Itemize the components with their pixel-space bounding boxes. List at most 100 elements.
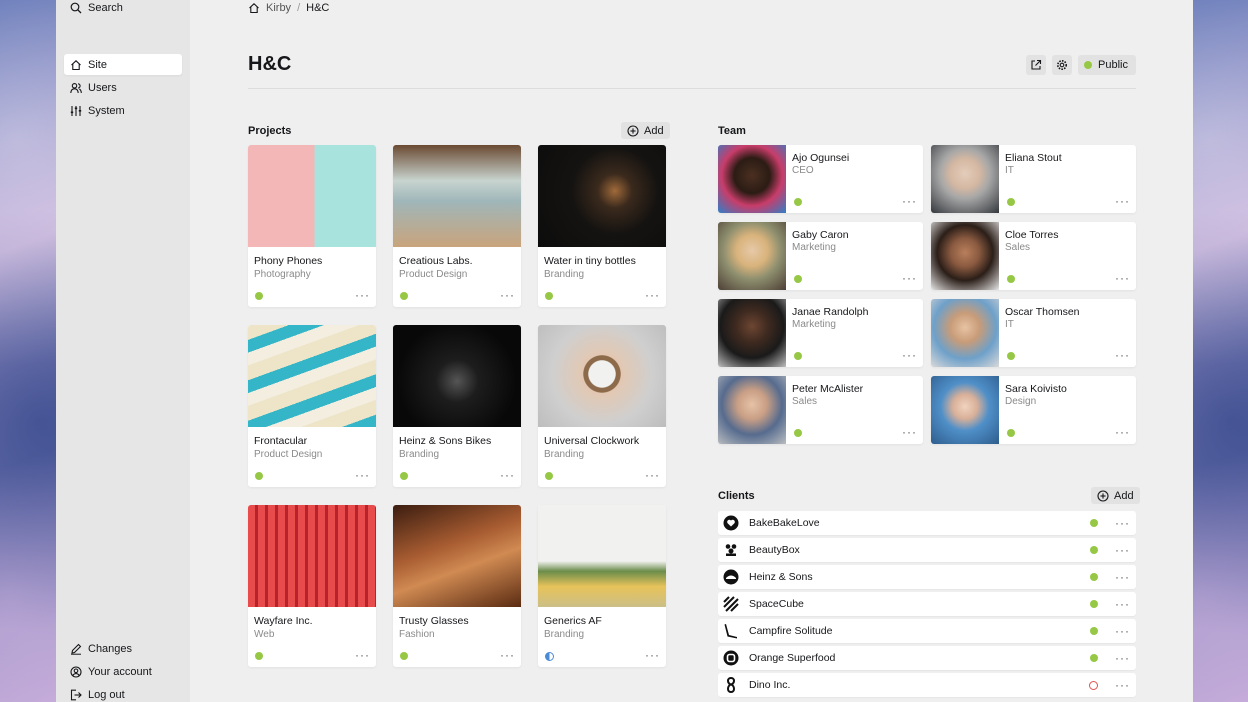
status-dot[interactable] <box>1007 275 1015 283</box>
external-link-icon <box>1030 59 1042 71</box>
project-card[interactable]: Frontacular Product Design ··· <box>248 325 376 487</box>
client-name: Orange Superfood <box>749 652 836 664</box>
more-options-icon[interactable]: ··· <box>902 194 917 208</box>
status-dot[interactable] <box>1007 198 1015 206</box>
client-name: BeautyBox <box>749 544 800 556</box>
project-thumbnail <box>538 325 666 427</box>
more-options-icon[interactable]: ··· <box>1115 543 1130 557</box>
team-member-card[interactable]: Peter McAlister Sales ··· <box>718 376 923 444</box>
more-options-icon[interactable]: ··· <box>1115 651 1130 665</box>
log-out-button[interactable]: Log out <box>64 684 182 702</box>
breadcrumb-current[interactable]: H&C <box>306 2 329 14</box>
project-card[interactable]: Phony Phones Photography ··· <box>248 145 376 307</box>
client-row[interactable]: BeautyBox ··· <box>718 538 1136 562</box>
status-dot[interactable] <box>1090 600 1098 608</box>
team-member-card[interactable]: Cloe Torres Sales ··· <box>931 222 1136 290</box>
status-dot[interactable] <box>1089 680 1098 690</box>
open-link-button[interactable] <box>1026 55 1047 75</box>
team-member-card[interactable]: Gaby Caron Marketing ··· <box>718 222 923 290</box>
status-dot[interactable] <box>794 352 802 360</box>
more-options-icon[interactable]: ··· <box>1115 516 1130 530</box>
status-dot[interactable] <box>545 652 554 661</box>
more-options-icon[interactable]: ··· <box>1115 425 1130 439</box>
status-dot[interactable] <box>1090 573 1098 581</box>
team-member-card[interactable]: Ajo Ogunsei CEO ··· <box>718 145 923 213</box>
settings-button[interactable] <box>1052 55 1073 75</box>
more-options-icon[interactable]: ··· <box>1115 271 1130 285</box>
sidebar-item-system[interactable]: System <box>64 100 182 121</box>
add-project-label: Add <box>644 124 664 137</box>
project-card[interactable]: Heinz & Sons Bikes Branding ··· <box>393 325 521 487</box>
project-card[interactable]: Trusty Glasses Fashion ··· <box>393 505 521 667</box>
add-project-button[interactable]: Add <box>621 122 670 139</box>
home-icon[interactable] <box>248 2 260 14</box>
more-options-icon[interactable]: ··· <box>1115 678 1130 692</box>
project-card[interactable]: Generics AF Branding ··· <box>538 505 666 667</box>
more-options-icon[interactable]: ··· <box>1115 624 1130 638</box>
sidebar-item-site[interactable]: Site <box>64 54 182 75</box>
status-dot[interactable] <box>1090 654 1098 662</box>
client-row[interactable]: Campfire Solitude ··· <box>718 619 1136 643</box>
team-member-card[interactable]: Sara Koivisto Design ··· <box>931 376 1136 444</box>
status-dot[interactable] <box>1090 519 1098 527</box>
client-row[interactable]: Heinz & Sons ··· <box>718 565 1136 589</box>
your-account-button[interactable]: Your account <box>64 661 182 682</box>
changes-button[interactable]: Changes <box>64 638 182 659</box>
more-options-icon[interactable]: ··· <box>500 648 515 662</box>
status-dot[interactable] <box>1007 352 1015 360</box>
status-button[interactable]: Public <box>1078 55 1136 75</box>
status-dot[interactable] <box>255 292 263 300</box>
project-card[interactable]: Universal Clockwork Branding ··· <box>538 325 666 487</box>
status-dot[interactable] <box>400 292 408 300</box>
more-options-icon[interactable]: ··· <box>355 648 370 662</box>
more-options-icon[interactable]: ··· <box>902 348 917 362</box>
status-dot[interactable] <box>794 198 802 206</box>
more-options-icon[interactable]: ··· <box>902 425 917 439</box>
project-card[interactable]: Wayfare Inc. Web ··· <box>248 505 376 667</box>
more-options-icon[interactable]: ··· <box>1115 570 1130 584</box>
more-options-icon[interactable]: ··· <box>902 271 917 285</box>
client-row[interactable]: Dino Inc. ··· <box>718 673 1136 697</box>
team-member-card[interactable]: Eliana Stout IT ··· <box>931 145 1136 213</box>
team-member-card[interactable]: Janae Randolph Marketing ··· <box>718 299 923 367</box>
status-dot[interactable] <box>400 472 408 480</box>
team-member-card[interactable]: Oscar Thomsen IT ··· <box>931 299 1136 367</box>
client-row[interactable]: Orange Superfood ··· <box>718 646 1136 670</box>
more-options-icon[interactable]: ··· <box>645 648 660 662</box>
more-options-icon[interactable]: ··· <box>500 468 515 482</box>
breadcrumb-root[interactable]: Kirby <box>266 2 291 14</box>
project-title: Water in tiny bottles <box>544 255 636 267</box>
status-dot[interactable] <box>1090 546 1098 554</box>
project-card[interactable]: Water in tiny bottles Branding ··· <box>538 145 666 307</box>
status-dot[interactable] <box>1090 627 1098 635</box>
sidebar-item-users[interactable]: Users <box>64 77 182 98</box>
more-options-icon[interactable]: ··· <box>500 288 515 302</box>
status-dot[interactable] <box>545 292 553 300</box>
project-card[interactable]: Creatious Labs. Product Design ··· <box>393 145 521 307</box>
status-dot[interactable] <box>1007 429 1015 437</box>
more-options-icon[interactable]: ··· <box>1115 348 1130 362</box>
status-dot[interactable] <box>794 275 802 283</box>
member-name: Oscar Thomsen <box>1005 306 1080 318</box>
status-dot[interactable] <box>794 429 802 437</box>
more-options-icon[interactable]: ··· <box>645 288 660 302</box>
avatar <box>718 376 786 444</box>
client-row[interactable]: BakeBakeLove ··· <box>718 511 1136 535</box>
project-title: Generics AF <box>544 615 602 627</box>
status-dot[interactable] <box>400 652 408 660</box>
status-dot[interactable] <box>255 472 263 480</box>
member-name: Peter McAlister <box>792 383 864 395</box>
status-dot[interactable] <box>255 652 263 660</box>
more-options-icon[interactable]: ··· <box>355 468 370 482</box>
more-options-icon[interactable]: ··· <box>1115 597 1130 611</box>
more-options-icon[interactable]: ··· <box>1115 194 1130 208</box>
member-name: Janae Randolph <box>792 306 869 318</box>
client-row[interactable]: SpaceCube ··· <box>718 592 1136 616</box>
page-actions: Public <box>1026 55 1136 75</box>
more-options-icon[interactable]: ··· <box>355 288 370 302</box>
search-button[interactable]: Search <box>64 0 182 18</box>
add-client-button[interactable]: Add <box>1091 487 1140 504</box>
status-dot[interactable] <box>545 472 553 480</box>
more-options-icon[interactable]: ··· <box>645 468 660 482</box>
project-title: Creatious Labs. <box>399 255 473 267</box>
